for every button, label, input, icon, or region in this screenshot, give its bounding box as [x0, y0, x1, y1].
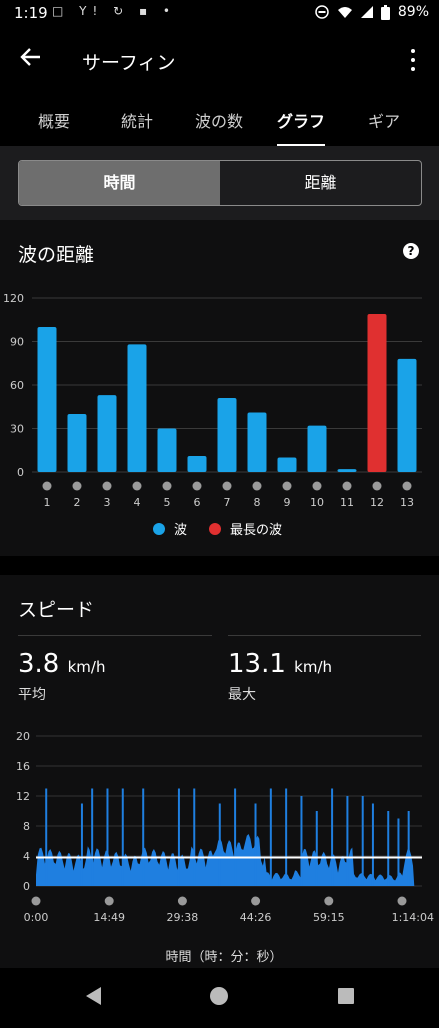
- tab-bar: 概要 統計 波の数 グラフ ギア: [0, 100, 439, 147]
- legend-wave-swatch: [153, 523, 165, 535]
- x-tick-label: 44:26: [240, 911, 272, 924]
- bar: [337, 469, 357, 472]
- tab-overview[interactable]: 概要: [14, 108, 94, 132]
- x-tick-dot: [162, 481, 172, 491]
- bar: [247, 412, 267, 472]
- tab-graph[interactable]: グラフ: [261, 108, 341, 132]
- x-tick-dot: [222, 481, 232, 491]
- battery-percent: 89%: [397, 4, 429, 20]
- x-tick-dot: [282, 481, 292, 491]
- x-tick-label: 12: [370, 496, 384, 509]
- x-tick-label: 9: [284, 496, 291, 509]
- segment-time-button[interactable]: 時間: [19, 161, 220, 205]
- tab-gear[interactable]: ギア: [344, 108, 424, 132]
- notification-icons: □ Y! ↻ ▪ •: [52, 4, 177, 18]
- more-options-icon[interactable]: [403, 44, 423, 76]
- x-tick-dot: [251, 896, 261, 906]
- y-tick-label: 90: [10, 336, 24, 349]
- x-tick-dot: [372, 481, 382, 491]
- x-tick-dot: [252, 481, 262, 491]
- x-tick-label: 1:14:04: [392, 911, 434, 924]
- dnd-icon: [315, 5, 329, 19]
- y-tick-label: 30: [10, 423, 24, 436]
- x-tick-dot: [397, 896, 407, 906]
- bar: [187, 456, 207, 472]
- y-tick-label: 120: [3, 292, 24, 305]
- x-tick-label: 5: [164, 496, 171, 509]
- wave-distance-card: 波の距離 ? 0 30 60 90 120 1 2 3 4 5 6 7 8 9 10 11 12 13 波最長の波: [0, 220, 439, 556]
- segment-distance-button[interactable]: 距離: [220, 161, 421, 205]
- x-tick-label: 6: [194, 496, 201, 509]
- page-title: サーフィン: [82, 52, 176, 74]
- bar: [127, 344, 147, 472]
- status-time: 1:19: [14, 4, 48, 22]
- x-tick-label: 4: [134, 496, 141, 509]
- x-tick-dot: [104, 896, 114, 906]
- y-tick-label: 0: [17, 466, 24, 479]
- bar: [307, 425, 327, 472]
- y-tick-label: 0: [23, 880, 30, 893]
- x-tick-label: 14:49: [93, 911, 125, 924]
- x-tick-label: 59:15: [313, 911, 345, 924]
- x-tick-label: 8: [254, 496, 261, 509]
- status-bar: 1:19 □ Y! ↻ ▪ • 89%: [0, 0, 439, 28]
- nav-buttons: [86, 987, 354, 1005]
- wifi-icon: [337, 7, 352, 18]
- back-arrow-icon[interactable]: [18, 44, 50, 76]
- x-tick-dot: [312, 481, 322, 491]
- y-tick-label: 16: [16, 760, 30, 773]
- x-tick-label: 0:00: [24, 911, 49, 924]
- x-tick-dot: [31, 896, 41, 906]
- system-icons: 89%: [315, 4, 429, 20]
- x-tick-label: 10: [310, 496, 324, 509]
- x-tick-label: 2: [74, 496, 81, 509]
- legend-longest-label: 最長の波: [230, 523, 282, 538]
- x-tick-label: 3: [104, 496, 111, 509]
- speed-card: スピード 3.8 km/h 平均 13.1 km/h 最大 0 4 8 12 16 20 0…: [0, 575, 439, 968]
- x-tick-dot: [132, 481, 142, 491]
- bar: [397, 358, 417, 472]
- y-tick-label: 12: [16, 790, 30, 803]
- x-tick-dot: [72, 481, 82, 491]
- nav-recents-icon[interactable]: [338, 988, 354, 1004]
- bar: [97, 395, 117, 472]
- y-tick-label: 60: [10, 379, 24, 392]
- y-tick-label: 8: [23, 820, 30, 833]
- bar: [37, 327, 57, 472]
- bar: [217, 398, 237, 472]
- x-tick-label: 11: [340, 496, 354, 509]
- x-tick-label: 29:38: [167, 911, 199, 924]
- x-tick-label: 1: [44, 496, 51, 509]
- app-bar: サーフィン: [0, 38, 439, 82]
- battery-icon: [380, 4, 390, 20]
- nav-home-icon[interactable]: [210, 987, 228, 1005]
- x-tick-dot: [192, 481, 202, 491]
- bar: [277, 457, 297, 472]
- x-tick-label: 13: [400, 496, 414, 509]
- signal-icon: [360, 6, 373, 18]
- bar: [157, 428, 177, 472]
- bar: [367, 313, 387, 472]
- x-tick-dot: [177, 896, 187, 906]
- legend-longest-swatch: [209, 523, 221, 535]
- legend-wave-label: 波: [174, 523, 187, 538]
- segment-area: 時間 距離: [0, 146, 439, 220]
- x-tick-dot: [102, 481, 112, 491]
- wave-distance-chart: 03060901201 2 3 4 5 6 7 8 9 10 11 12 13波 最長の波: [3, 292, 422, 538]
- x-axis-label: 時間（時：分：秒）: [165, 950, 282, 965]
- x-tick-dot: [402, 481, 412, 491]
- speed-chart: 0 4 8 12 16 20 0:00 14:49 29:38 44:26 59:15 1:14:04…: [16, 730, 434, 965]
- y-tick-label: 20: [16, 730, 30, 743]
- tab-wave-count[interactable]: 波の数: [179, 108, 259, 132]
- segmented-control: 時間 距離: [18, 160, 422, 206]
- y-tick-label: 4: [23, 850, 30, 863]
- x-tick-dot: [342, 481, 352, 491]
- tab-stats[interactable]: 統計: [97, 108, 177, 132]
- x-tick-label: 7: [224, 496, 231, 509]
- x-tick-dot: [42, 481, 52, 491]
- x-tick-dot: [324, 896, 334, 906]
- nav-back-icon[interactable]: [86, 987, 101, 1005]
- bar: [67, 414, 87, 472]
- navigation-bar: [0, 968, 439, 1024]
